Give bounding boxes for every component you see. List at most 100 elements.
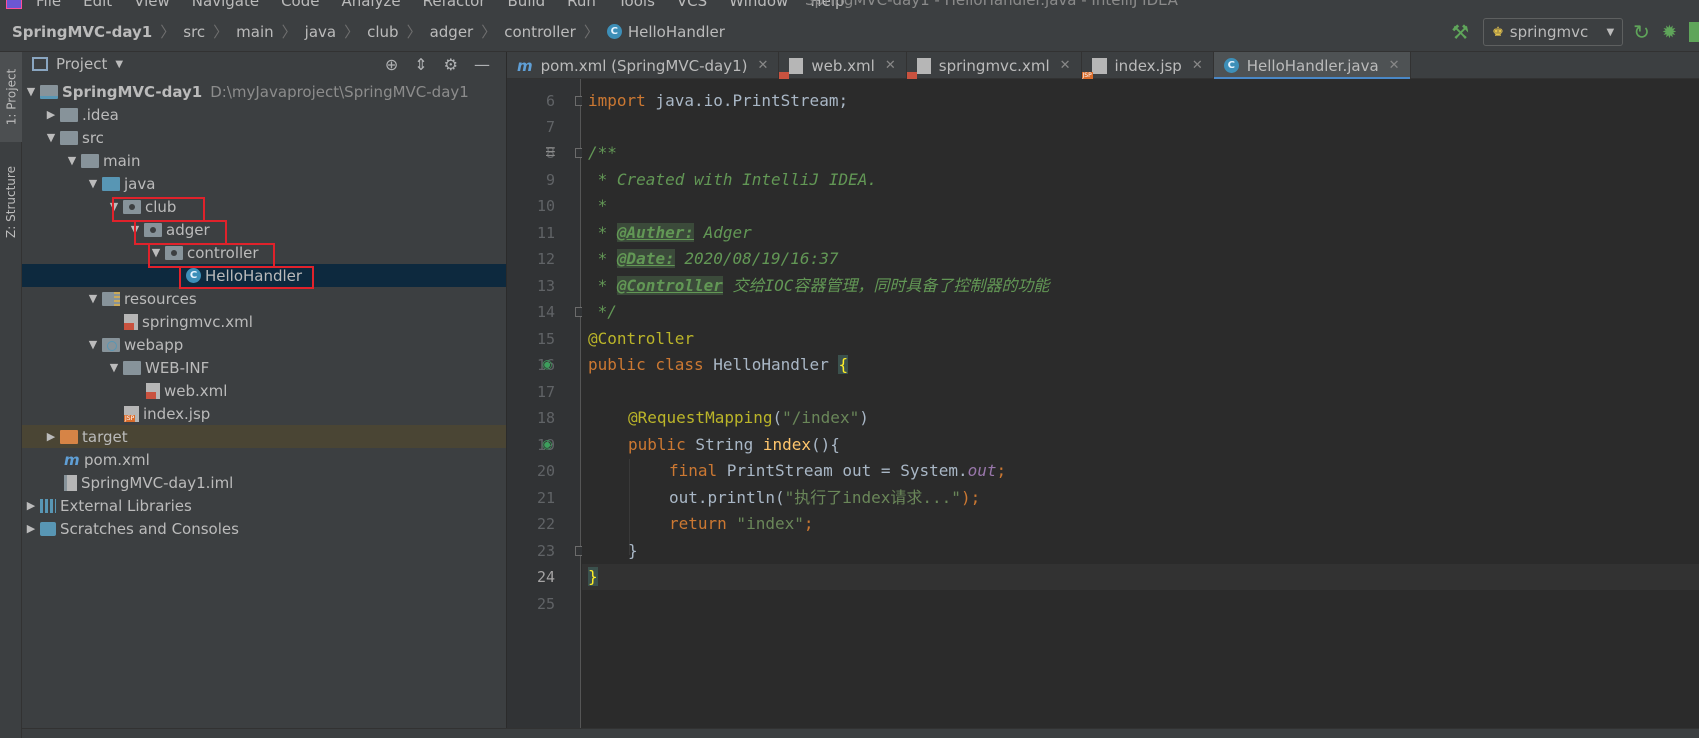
tree-item-java[interactable]: ▼ java [22, 172, 506, 195]
close-icon[interactable]: ✕ [885, 58, 896, 73]
tab-pom-xml[interactable]: m pom.xml (SpringMVC-day1) ✕ [507, 52, 780, 79]
expanded-arrow-icon[interactable]: ▼ [63, 154, 81, 167]
tree-item-label: HelloHandler [205, 266, 303, 285]
build-hammer-icon[interactable]: ⚒ [1451, 20, 1469, 44]
tab-label: index.jsp [1114, 56, 1182, 75]
menu-view[interactable]: View [134, 0, 170, 10]
tree-item-iml[interactable]: SpringMVC-day1.iml [22, 471, 506, 494]
tree-item-pom-xml[interactable]: m pom.xml [22, 448, 506, 471]
hide-panel-icon[interactable]: — [474, 55, 490, 74]
breadcrumb-hellohandler[interactable]: C HelloHandler [599, 23, 729, 41]
tree-item-controller[interactable]: ▼ controller [22, 241, 506, 264]
debug-bug-icon[interactable]: ✹ [1662, 22, 1677, 43]
tree-item-label: src [82, 128, 104, 147]
menu-edit[interactable]: Edit [83, 0, 112, 10]
collapsed-arrow-icon[interactable]: ▶ [22, 499, 40, 512]
menu-file[interactable]: File [36, 0, 61, 10]
breadcrumb-java[interactable]: java [297, 23, 340, 41]
tree-item-club[interactable]: ▼ club [22, 195, 506, 218]
breadcrumb-club[interactable]: club [359, 23, 402, 41]
tab-web-xml[interactable]: web.xml ✕ [779, 52, 907, 79]
collapsed-arrow-icon[interactable]: ▶ [42, 108, 60, 121]
structure-tool-tab[interactable]: Z: Structure [0, 152, 22, 252]
menu-tools[interactable]: Tools [618, 0, 655, 10]
web-xml-file-icon [789, 57, 804, 74]
tree-item-springmvc-xml[interactable]: springmvc.xml [22, 310, 506, 333]
tree-item-index-jsp[interactable]: index.jsp [22, 402, 506, 425]
tree-item-resources[interactable]: ▼ resources [22, 287, 506, 310]
close-icon[interactable]: ✕ [757, 58, 768, 73]
line-number: 21 [536, 489, 555, 507]
breadcrumb-main[interactable]: main [228, 23, 277, 41]
line-number: 25 [536, 595, 555, 613]
breadcrumb-controller[interactable]: controller [496, 23, 580, 41]
tree-item-hellohandler[interactable]: C HelloHandler [22, 264, 506, 287]
expanded-arrow-icon[interactable]: ▼ [147, 246, 165, 259]
menu-window[interactable]: Window [729, 0, 788, 10]
spring-mapping-icon[interactable]: ◉ [542, 437, 552, 451]
menu-refactor[interactable]: Refactor [423, 0, 486, 10]
expanded-arrow-icon[interactable]: ▼ [84, 177, 102, 190]
tree-item-label: .idea [82, 105, 119, 124]
expanded-arrow-icon[interactable]: ▼ [84, 292, 102, 305]
spring-xml-file-icon [124, 313, 138, 330]
expanded-arrow-icon[interactable]: ▼ [42, 131, 60, 144]
menu-analyze[interactable]: Analyze [341, 0, 400, 10]
tree-item-src[interactable]: ▼ src [22, 126, 506, 149]
tree-item-scratches[interactable]: ▶ Scratches and Consoles [22, 517, 506, 540]
code-line-15: @Controller [588, 329, 694, 348]
code-editor[interactable]: import java.io.PrintStream; /** * Create… [582, 79, 1699, 738]
tree-item-webapp[interactable]: ▼ webapp [22, 333, 506, 356]
tree-item-web-xml[interactable]: web.xml [22, 379, 506, 402]
menu-vcs[interactable]: VCS [677, 0, 707, 10]
tree-item-target[interactable]: ▶ target [22, 425, 506, 448]
tab-index-jsp[interactable]: index.jsp ✕ [1082, 52, 1214, 79]
tree-item-main[interactable]: ▼ main [22, 149, 506, 172]
menu-code[interactable]: Code [281, 0, 319, 10]
tab-springmvc-xml[interactable]: springmvc.xml ✕ [907, 52, 1082, 79]
render-doc-icon[interactable]: ☰ [545, 145, 556, 159]
project-view-selector[interactable]: Project [56, 55, 107, 73]
menu-run[interactable]: Run [567, 0, 596, 10]
breadcrumb-hellohandler-label: HelloHandler [627, 22, 725, 41]
tree-item-project-root[interactable]: ▼ SpringMVC-day1 D:\myJavaproject\Spring… [22, 80, 506, 103]
tab-hellohandler-java[interactable]: C HelloHandler.java ✕ [1213, 52, 1411, 80]
project-tool-tab-label: 1: Project [4, 68, 18, 126]
collapsed-arrow-icon[interactable]: ▶ [42, 430, 60, 443]
expanded-arrow-icon[interactable]: ▼ [105, 361, 123, 374]
run-icon[interactable] [1689, 22, 1699, 42]
project-tool-tab[interactable]: 1: Project [0, 52, 22, 142]
breadcrumb-src[interactable]: src [175, 23, 209, 41]
close-icon[interactable]: ✕ [1060, 58, 1071, 73]
collapse-all-icon[interactable]: ⇕ [414, 55, 427, 74]
breadcrumb-adger[interactable]: adger [422, 23, 478, 41]
locate-file-icon[interactable]: ⊕ [385, 55, 398, 74]
resources-folder-icon [102, 291, 120, 306]
expanded-arrow-icon[interactable]: ▼ [126, 223, 144, 236]
tree-item-external-libraries[interactable]: ▶ External Libraries [22, 494, 506, 517]
expanded-arrow-icon[interactable]: ▼ [84, 338, 102, 351]
breadcrumb-project[interactable]: SpringMVC-day1 [0, 23, 156, 41]
close-icon[interactable]: ✕ [1389, 58, 1400, 73]
chevron-down-icon[interactable]: ▼ [115, 59, 123, 70]
expanded-arrow-icon[interactable]: ▼ [22, 85, 40, 98]
rerun-icon[interactable]: ↻ [1633, 20, 1650, 44]
tree-item-idea[interactable]: ▶ .idea [22, 103, 506, 126]
collapsed-arrow-icon[interactable]: ▶ [22, 522, 40, 535]
menu-navigate[interactable]: Navigate [192, 0, 259, 10]
close-icon[interactable]: ✕ [1192, 58, 1203, 73]
gear-icon[interactable]: ⚙ [444, 55, 458, 74]
spring-bean-icon[interactable]: ◉ [542, 357, 552, 371]
tab-label: springmvc.xml [938, 56, 1050, 75]
expanded-arrow-icon[interactable]: ▼ [105, 200, 123, 213]
tree-item-web-inf[interactable]: ▼ WEB-INF [22, 356, 506, 379]
project-header-tools: ⊕ ⇕ ⚙ — [385, 52, 506, 76]
tree-item-adger[interactable]: ▼ adger [22, 218, 506, 241]
line-number: 18 [536, 409, 555, 427]
code-line-18: @RequestMapping("/index") [628, 408, 869, 427]
run-configuration-label: springmvc [1509, 23, 1589, 41]
package-icon [144, 222, 162, 237]
run-configuration-dropdown[interactable]: ♚ springmvc ▼ [1483, 18, 1624, 46]
menu-build[interactable]: Build [508, 0, 546, 10]
tool-window-stripe: 1: Project Z: Structure [0, 52, 22, 738]
